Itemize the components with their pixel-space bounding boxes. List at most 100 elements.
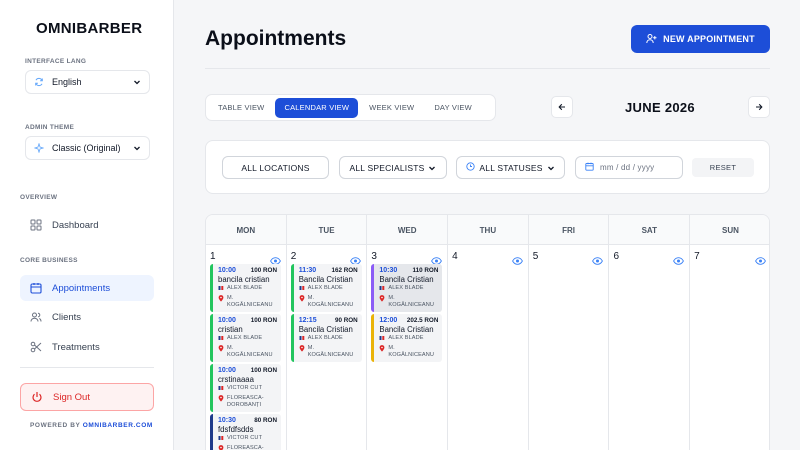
appointment-card[interactable]: 10:30 110 RON Bancila Cristian ALEX BLADE M.…: [371, 264, 443, 312]
appointment-card[interactable]: 10:00 100 RON crstinaaaa VICTOR CUT FLOREASC…: [210, 364, 281, 412]
location-name: M. KOGĂLNICEANU: [388, 345, 435, 358]
appointment-card[interactable]: 10:00 100 RON cristian ALEX BLADE M. KOGĂLNI…: [210, 314, 281, 362]
specialists-filter[interactable]: ALL SPECIALISTS: [339, 156, 447, 179]
location-name: M. KOGĂLNICEANU: [307, 345, 354, 358]
clock-icon: [466, 162, 476, 173]
specialists-filter-label: ALL SPECIALISTS: [349, 162, 425, 173]
specialist-name: ALEX BLADE: [227, 285, 263, 291]
filter-bar: ALL LOCATIONS ALL SPECIALISTS ALL STATUS…: [205, 140, 770, 194]
eye-icon[interactable]: [592, 252, 604, 265]
calendar-week-row: 1 10:00 100 RON bancila cristian ALEX BLADE M…: [206, 245, 769, 450]
appointment-price: 202.5 RON: [406, 317, 439, 324]
barber-icon: [379, 335, 385, 344]
appointment-time: 10:30: [218, 417, 236, 424]
refresh-icon: [34, 77, 44, 87]
date-input[interactable]: mm / dd / yyyy: [575, 156, 683, 179]
sidebar: OMNIBARBER INTERFACE LANG English ADMIN …: [0, 0, 174, 450]
calendar-day-cell[interactable]: 7: [690, 245, 769, 450]
tab-table-view[interactable]: TABLE VIEW: [209, 98, 273, 118]
eye-icon[interactable]: [754, 252, 766, 265]
weekday-sat: SAT: [609, 215, 691, 245]
prev-month-button[interactable]: [551, 96, 573, 118]
calendar-day-cell[interactable]: 4: [448, 245, 529, 450]
weekday-wed: WED: [367, 215, 449, 245]
calendar-day-cell[interactable]: 5: [529, 245, 610, 450]
appointment-client: crstinaaaa: [218, 375, 254, 384]
sidebar-item-label: Dashboard: [52, 219, 99, 231]
next-month-button[interactable]: [748, 96, 770, 118]
location-name: M. KOGĂLNICEANU: [227, 295, 273, 308]
location-pin-icon: [299, 345, 305, 359]
calendar-day-cell[interactable]: 3 10:30 110 RON Bancila Cristian ALEX BLADE M…: [367, 245, 449, 450]
location-name: M. KOGĂLNICEANU: [227, 345, 273, 358]
calendar-day-cell[interactable]: 6: [609, 245, 691, 450]
specialist-name: ALEX BLADE: [307, 335, 343, 341]
barber-icon: [218, 285, 224, 294]
appointment-location: M. KOGĂLNICEANU: [218, 345, 277, 359]
specialist-name: ALEX BLADE: [307, 285, 343, 291]
appointment-price: 100 RON: [250, 267, 277, 274]
location-pin-icon: [379, 345, 385, 359]
appointment-card[interactable]: 11:30 162 RON Bancila Cristian ALEX BLADE M.…: [290, 264, 362, 312]
eye-icon[interactable]: [431, 252, 442, 265]
tab-week-view[interactable]: WEEK VIEW: [360, 98, 423, 118]
weekday-thu: THU: [448, 215, 529, 245]
appointment-location: M. KOGĂLNICEANU: [299, 295, 358, 309]
sign-out-button[interactable]: Sign Out: [20, 383, 154, 411]
powered-by-link[interactable]: OMNIBARBER.COM: [83, 422, 153, 429]
overview-section-label: OVERVIEW: [20, 194, 58, 201]
day-number: 6: [613, 251, 619, 262]
sidebar-item-appointments[interactable]: Appointments: [20, 275, 154, 301]
appointment-specialist: VICTOR CUT: [218, 435, 277, 444]
appointment-price: 100 RON: [250, 367, 277, 374]
locations-filter[interactable]: ALL LOCATIONS: [222, 156, 329, 179]
appointment-specialist: ALEX BLADE: [218, 285, 277, 294]
appointment-header: 10:30 80 RON: [218, 417, 277, 424]
new-appointment-button[interactable]: NEW APPOINTMENT: [631, 25, 770, 53]
appointment-card[interactable]: 10:30 80 RON fdsfdfsdds VICTOR CUT FLOREASCA…: [210, 414, 281, 450]
brand-logo: OMNIBARBER: [36, 20, 143, 37]
tab-day-view[interactable]: DAY VIEW: [425, 98, 481, 118]
admin-theme-select[interactable]: Classic (Original): [25, 136, 150, 160]
eye-icon[interactable]: [269, 252, 281, 265]
appointment-card[interactable]: 12:00 202.5 RON Bancila Cristian ALEX BLADE…: [371, 314, 443, 362]
appointment-header: 10:00 100 RON: [218, 367, 277, 374]
admin-theme-label: ADMIN THEME: [25, 124, 75, 131]
location-pin-icon: [218, 345, 224, 359]
specialist-name: ALEX BLADE: [388, 285, 424, 291]
sidebar-item-dashboard[interactable]: Dashboard: [20, 212, 154, 238]
appointment-header: 11:30 162 RON: [299, 267, 358, 274]
appointment-specialist: ALEX BLADE: [299, 335, 358, 344]
calendar-day-cell[interactable]: 1 10:00 100 RON bancila cristian ALEX BLADE M…: [206, 245, 287, 450]
sidebar-item-treatments[interactable]: Treatments: [20, 334, 154, 360]
appointment-card[interactable]: 12:15 90 RON Bancila Cristian ALEX BLADE M. …: [290, 314, 362, 362]
weekday-mon: MON: [206, 215, 287, 245]
chevron-down-icon: [547, 164, 555, 172]
appointment-card[interactable]: 10:00 100 RON bancila cristian ALEX BLADE M.…: [210, 264, 281, 312]
calendar-day-cell[interactable]: 2 11:30 162 RON Bancila Cristian ALEX BLADE M…: [287, 245, 368, 450]
appointment-time: 10:00: [218, 367, 236, 374]
interface-lang-select[interactable]: English: [25, 70, 150, 94]
chevron-down-icon: [133, 144, 141, 152]
appointment-price: 90 RON: [334, 317, 358, 324]
statuses-filter[interactable]: ALL STATUSES: [456, 156, 565, 179]
users-icon: [30, 311, 42, 323]
sidebar-item-clients[interactable]: Clients: [20, 304, 154, 330]
calendar-icon: [585, 162, 594, 173]
appointment-price: 162 RON: [331, 267, 358, 274]
tab-calendar-view[interactable]: CALENDAR VIEW: [275, 97, 359, 118]
barber-icon: [218, 385, 224, 394]
appointment-client: Bancila Cristian: [298, 275, 353, 284]
barber-icon: [218, 335, 224, 344]
appointment-price: 80 RON: [254, 417, 277, 424]
eye-icon[interactable]: [511, 252, 523, 265]
location-name: FLOREASCA-DOROBANȚI: [227, 395, 264, 408]
eye-icon[interactable]: [350, 252, 362, 265]
reset-button[interactable]: RESET: [692, 158, 754, 177]
location-name: M. KOGĂLNICEANU: [388, 295, 435, 308]
appointment-location: M. KOGĂLNICEANU: [379, 345, 438, 359]
eye-icon[interactable]: [673, 252, 685, 265]
page-title: Appointments: [205, 27, 347, 50]
location-name: M. KOGĂLNICEANU: [307, 295, 354, 308]
appointment-client: cristian: [218, 325, 243, 334]
